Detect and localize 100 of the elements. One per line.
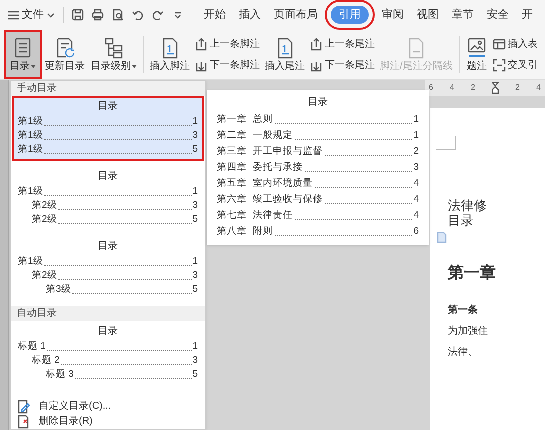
toc-title: 目录 [97,325,119,339]
chapter-label: 第一章 [217,112,248,127]
page-number: 1 [192,254,198,269]
toc-entry-label: 第3级 [46,282,72,297]
ribbon-button[interactable]: 上一条尾注 [310,36,375,52]
file-menu-button[interactable]: 文件 [6,6,57,24]
ribbon-button[interactable]: 下一条脚注 [195,58,260,72]
ribbon-tab[interactable]: 开 [516,6,539,24]
ribbon-button[interactable]: 插入尾注 [262,30,308,79]
toc-entry-label: 标题 2 [32,354,60,368]
ribbon-button[interactable]: 上一条脚注 [195,36,260,52]
ribbon-tab[interactable]: 章节 [446,6,480,24]
page-number: 1 [192,114,198,129]
ruler-number: 4 [536,82,541,94]
ribbon-tab[interactable]: 页面布局 [268,6,324,24]
ribbon-tab[interactable]: 插入 [233,6,267,24]
margin-corner-mark [436,136,456,150]
redo-icon[interactable] [152,9,164,21]
toc-entry-label: 第2级 [32,268,58,283]
ruler-number: 4 [450,82,454,94]
body-text: 法律、 [448,346,479,360]
ruler-number: 2 [516,82,520,94]
menu-item[interactable]: 自定义目录(C)... [11,399,205,414]
chapter-label: 第七章 [217,208,248,223]
toc-entry-label: 第1级 [18,128,44,143]
page-number: 5 [192,368,198,382]
page-number: 3 [192,128,198,143]
save-icon[interactable] [72,9,84,21]
chapter-label: 第四章 [217,160,248,175]
ruler-number: 6 [429,82,434,94]
section-header: 手动目录 [11,81,205,96]
ribbon-button[interactable]: 下一条尾注 [310,58,375,72]
previous-note-icon [195,38,208,50]
page-number: 1 [414,112,419,127]
chapter-heading: 第一章 [448,262,497,284]
chapter-label: 第五章 [217,176,248,191]
previous-note-icon [310,38,323,50]
ribbon-button[interactable]: 更新目录 [42,30,88,79]
page-number: 3 [192,268,198,283]
chapter-label: 第三章 [217,144,248,159]
table-caption-icon [492,38,506,50]
chapter-title: 一般规定 [253,128,293,143]
print-icon[interactable] [92,9,104,21]
print-preview-icon[interactable] [112,9,124,21]
page-number: 3 [192,198,198,213]
page-number: 1 [192,340,198,354]
ruler-number: 2 [471,82,476,94]
toc-entry-label: 标题 1 [18,340,46,354]
undo-icon[interactable] [132,9,144,21]
chapter-label: 第八章 [217,224,248,239]
ribbon-button[interactable]: 插入脚注 [147,30,193,79]
page-number: 4 [414,208,419,223]
toc-entry-label: 第2级 [32,212,58,227]
toc-entry-label: 第1级 [18,184,44,199]
page-number: 5 [192,212,198,227]
picture-caption-icon [466,36,488,58]
toc-style-option[interactable]: 目录 第1级 1 第1级 3 第1级 5 [12,96,204,161]
ribbon-button[interactable]: 目录级别 [88,30,140,79]
page-number: 6 [414,224,419,239]
toc-title: 目录 [97,240,119,254]
chapter-title: 总则 [253,112,273,127]
menu-icon [8,10,19,20]
toc-entry-label: 第1级 [18,254,44,269]
delete-document-icon [17,414,31,428]
indent-marker-icon[interactable] [492,82,499,94]
ribbon-tab[interactable]: 审阅 [376,6,410,24]
page-number: 4 [414,192,419,207]
edit-document-icon [17,400,31,414]
page-number: 1 [192,184,198,199]
section-header: 自动目录 [11,306,205,321]
page-number: 5 [192,282,198,297]
chapter-title: 开工申报与监督 [253,144,323,159]
page-number: 3 [192,354,198,368]
toc-title: 目录 [97,170,119,184]
toc-title: 目录 [307,96,329,110]
ribbon-button[interactable]: 目录 [4,30,42,79]
toc-style-option[interactable]: 目录 第1级 1 第2级 3 第2级 5 [12,166,204,231]
chapter-title: 附则 [253,224,273,239]
page-number: 5 [192,142,198,157]
page-number: 4 [414,176,419,191]
ribbon-button[interactable]: 交叉引 [492,58,538,72]
page-number: 2 [414,144,419,159]
toc-heading: 目录 [448,213,475,228]
ribbon-tab[interactable]: 视图 [411,6,445,24]
ribbon-button[interactable]: 题注 [462,30,491,79]
toc-style-option[interactable]: 目录 第1级 1 第2级 3 第3级 5 [12,236,204,301]
body-text: 为加强住 [448,324,489,339]
ribbon-tab[interactable]: 开始 [198,6,232,24]
menu-item[interactable]: 删除目录(R) [11,414,205,429]
heading-text: 法律修 [448,198,488,213]
toc-title: 目录 [97,100,119,114]
toc-style-option[interactable]: 目录 标题 1 1 标题 2 3 标题 3 5 [12,321,204,386]
chapter-title: 竣工验收与保修 [253,192,323,207]
toc-entry-label: 标题 3 [46,368,74,382]
ribbon-button[interactable]: 插入表 [492,36,538,52]
ribbon-tab[interactable]: 安全 [481,6,515,24]
chapter-label: 第六章 [217,192,248,207]
chapter-label: 第二章 [217,128,248,143]
chapter-title: 法律责任 [253,208,293,223]
article-heading: 第一条 [448,304,479,318]
